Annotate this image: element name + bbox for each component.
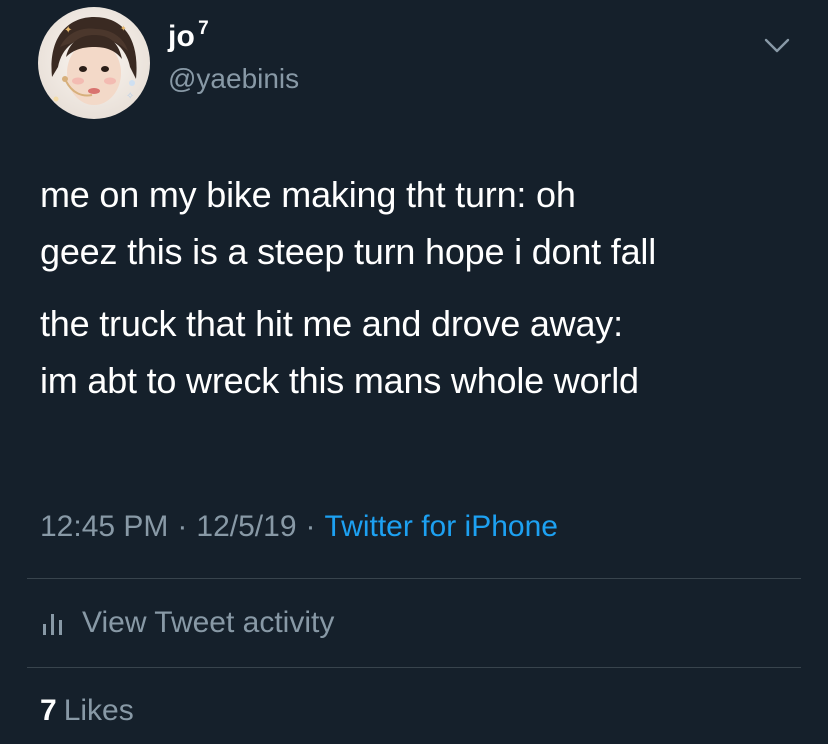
chevron-down-icon <box>764 38 790 53</box>
likes-count-link[interactable]: 7 Likes <box>40 694 134 728</box>
svg-text:✦: ✦ <box>64 25 72 36</box>
likes-count: 7 <box>40 694 57 727</box>
tweet-paragraph: the truck that hit me and drove away: im… <box>40 303 639 401</box>
svg-text:✦: ✦ <box>120 24 127 33</box>
bar-chart-icon <box>42 610 64 636</box>
meta-separator: · <box>177 510 188 543</box>
display-name-text: jo <box>168 20 196 53</box>
tweet-source-link[interactable]: Twitter for iPhone <box>325 510 558 543</box>
display-name-superscript: 7 <box>198 18 209 39</box>
tweet-time: 12:45 PM <box>40 510 169 543</box>
tweet-text: me on my bike making tht turn: oh geez t… <box>40 166 820 409</box>
tweet-detail: ✦ ✦ ✧ jo 7 @yaebinis me on my bike making… <box>0 0 828 744</box>
view-tweet-activity-label: View Tweet activity <box>82 606 335 639</box>
meta-separator: · <box>305 510 316 543</box>
divider <box>27 667 801 668</box>
view-tweet-activity-button[interactable]: View Tweet activity <box>42 603 334 643</box>
profile-photo-icon: ✦ ✦ ✧ <box>38 7 150 119</box>
user-handle[interactable]: @yaebinis <box>168 63 299 95</box>
tweet-paragraph: me on my bike making tht turn: oh geez t… <box>40 174 656 272</box>
tweet-meta: 12:45 PM · 12/5/19 · Twitter for iPhone <box>40 510 558 544</box>
display-name[interactable]: jo 7 <box>168 18 209 54</box>
more-options-button[interactable] <box>760 34 794 58</box>
divider <box>27 578 801 579</box>
tweet-date: 12/5/19 <box>196 510 297 543</box>
likes-label: Likes <box>63 694 134 727</box>
svg-text:✧: ✧ <box>126 91 134 102</box>
avatar[interactable]: ✦ ✦ ✧ <box>38 7 150 119</box>
